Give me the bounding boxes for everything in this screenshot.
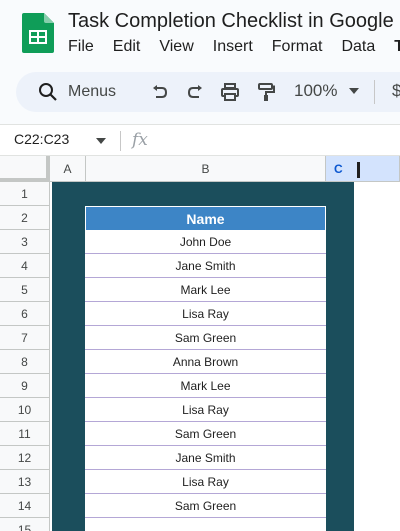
formula-bar: C22:C23 fx: [0, 124, 400, 156]
select-all-corner[interactable]: [0, 156, 50, 182]
row-header[interactable]: 9: [0, 374, 50, 398]
row-header[interactable]: 1: [0, 182, 50, 206]
name-cell[interactable]: [85, 518, 326, 531]
row-header[interactable]: 15: [0, 518, 50, 531]
menu-insert[interactable]: Insert: [213, 38, 253, 58]
print-button[interactable]: [218, 80, 242, 104]
name-cell[interactable]: Sam Green: [85, 422, 326, 446]
row-header[interactable]: 13: [0, 470, 50, 494]
zoom-select[interactable]: 100%: [294, 81, 337, 101]
name-box-chevron-down-icon[interactable]: [96, 138, 106, 144]
print-icon: [221, 83, 239, 101]
search-icon: [39, 83, 57, 101]
toolbar: Menus 100% $: [16, 72, 400, 112]
toolbar-divider: [374, 80, 375, 104]
name-cell[interactable]: Jane Smith: [85, 446, 326, 470]
row-header[interactable]: 6: [0, 302, 50, 326]
row-header[interactable]: 2: [0, 206, 50, 230]
row-header[interactable]: 3: [0, 230, 50, 254]
zoom-chevron-down-icon[interactable]: [349, 88, 359, 94]
menu-edit[interactable]: Edit: [113, 38, 141, 58]
name-cell[interactable]: Sam Green: [85, 326, 326, 350]
column-c-cells[interactable]: [354, 182, 400, 531]
name-cell[interactable]: Lisa Ray: [85, 398, 326, 422]
undo-button[interactable]: [148, 80, 172, 104]
row-header[interactable]: 8: [0, 350, 50, 374]
redo-icon: [187, 85, 202, 98]
name-cell[interactable]: Lisa Ray: [85, 470, 326, 494]
row-header[interactable]: 11: [0, 422, 50, 446]
menus-search-label: Menus: [68, 83, 117, 100]
undo-icon: [153, 85, 168, 98]
row-header[interactable]: 7: [0, 326, 50, 350]
name-box[interactable]: C22:C23: [14, 131, 69, 147]
name-cell[interactable]: Mark Lee: [85, 278, 326, 302]
menus-search[interactable]: Menus: [30, 76, 150, 108]
menu-file[interactable]: File: [68, 38, 94, 58]
name-cell[interactable]: Sam Green: [85, 494, 326, 518]
sheets-logo-icon[interactable]: [22, 13, 54, 53]
paint-format-button[interactable]: [254, 80, 278, 104]
column-header-a[interactable]: A: [50, 156, 86, 182]
menu-data[interactable]: Data: [341, 38, 375, 58]
column-header-b[interactable]: B: [86, 156, 326, 182]
row-header[interactable]: 10: [0, 398, 50, 422]
name-cell[interactable]: Lisa Ray: [85, 302, 326, 326]
currency-format-button[interactable]: $: [392, 81, 400, 101]
name-cell[interactable]: Jane Smith: [85, 254, 326, 278]
fx-icon: fx: [132, 130, 148, 150]
spreadsheet-grid[interactable]: A B C 1 2 3 4 5 6 7 8 9 10 11 12 13 14 1…: [0, 156, 400, 531]
formula-bar-divider: [120, 131, 121, 151]
column-header-c[interactable]: C: [326, 156, 400, 182]
name-cell[interactable]: Mark Lee: [85, 374, 326, 398]
menu-view[interactable]: View: [159, 38, 193, 58]
name-column-header[interactable]: Name: [85, 206, 326, 231]
row-header[interactable]: 12: [0, 446, 50, 470]
row-header[interactable]: 5: [0, 278, 50, 302]
name-cell[interactable]: Anna Brown: [85, 350, 326, 374]
title-bar: Task Completion Checklist in Google File…: [0, 0, 400, 70]
redo-button[interactable]: [183, 80, 207, 104]
paint-format-icon: [258, 83, 275, 101]
row-header[interactable]: 14: [0, 494, 50, 518]
row-header[interactable]: 4: [0, 254, 50, 278]
menu-tools[interactable]: T: [394, 38, 400, 58]
menu-format[interactable]: Format: [272, 38, 323, 58]
name-cell[interactable]: John Doe: [85, 230, 326, 254]
menu-bar: File Edit View Insert Format Data T: [68, 38, 400, 58]
document-title[interactable]: Task Completion Checklist in Google: [68, 10, 394, 33]
column-resize-handle[interactable]: [357, 162, 360, 178]
